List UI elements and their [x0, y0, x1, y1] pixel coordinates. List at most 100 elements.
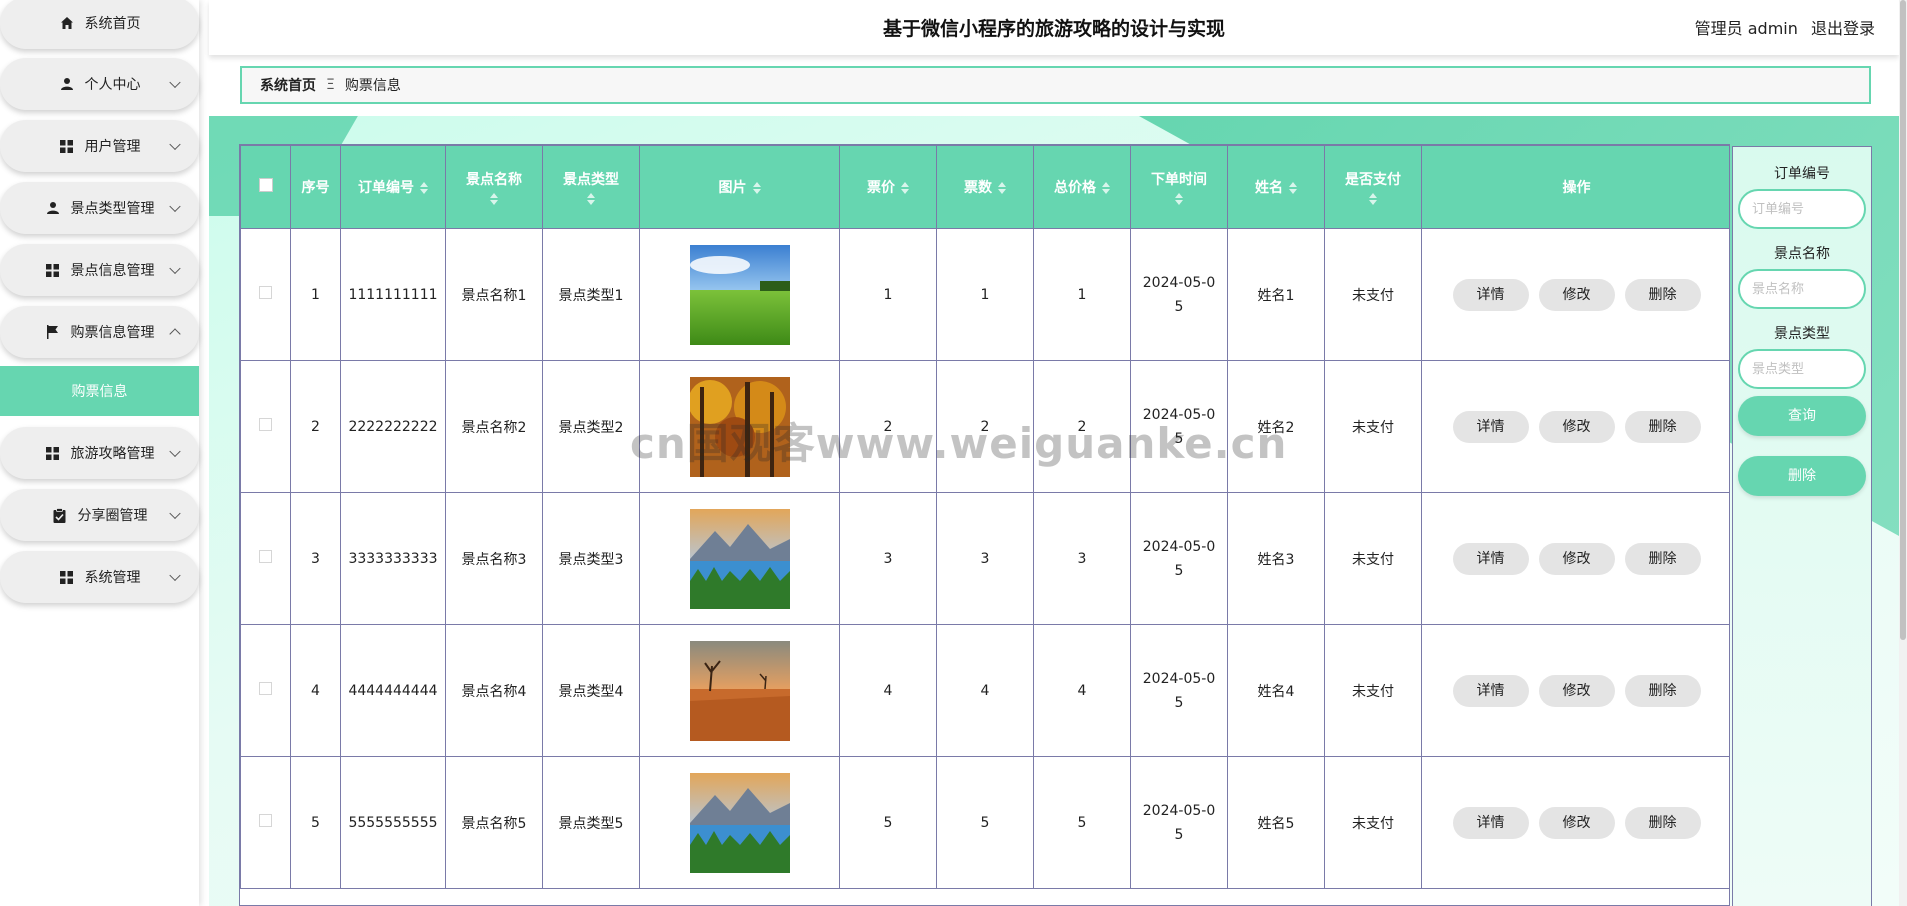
user-name: 管理员 admin — [1694, 19, 1798, 38]
cell-image — [639, 228, 840, 361]
delete-button[interactable]: 删除 — [1624, 674, 1701, 707]
sidebar-item-system[interactable]: 系统管理 — [0, 551, 199, 603]
flag-icon — [45, 324, 61, 340]
sidebar: 系统首页 个人中心 用户管理 景点类型管理 景点信息管理 购票信息管理 购票信息… — [0, 0, 199, 906]
query-button[interactable]: 查询 — [1738, 396, 1866, 436]
column-header[interactable]: 景点名称 — [445, 145, 543, 229]
scrollbar-thumb[interactable] — [1900, 0, 1906, 640]
cell-price: 3 — [839, 492, 937, 625]
cell-count: 5 — [936, 756, 1034, 889]
top-header: 基于微信小程序的旅游攻略的设计与实现 管理员 admin 退出登录 — [209, 0, 1899, 55]
cell-no: 4 — [290, 624, 341, 757]
chevron-down-icon — [169, 507, 181, 520]
sidebar-item-label: 系统管理 — [84, 570, 141, 586]
row-checkbox[interactable] — [259, 814, 272, 827]
cell-image — [639, 360, 840, 493]
cell-order-number: 5555555555 — [340, 756, 446, 889]
scenic-name-input[interactable] — [1738, 269, 1866, 309]
sidebar-item-personal[interactable]: 个人中心 — [0, 58, 199, 110]
cell-paid: 未支付 — [1324, 228, 1422, 361]
sidebar-item-users[interactable]: 用户管理 — [0, 120, 199, 172]
chevron-down-icon — [169, 569, 181, 582]
delete-button[interactable]: 删除 — [1624, 806, 1701, 839]
sort-icon[interactable] — [1369, 193, 1377, 205]
table-row: 4 4444444444 景点名称4 景点类型4 4 4 4 2024-05-05 姓名4 未支付… — [240, 624, 1729, 757]
sidebar-item-scenic-type[interactable]: 景点类型管理 — [0, 182, 199, 234]
column-header[interactable]: 票数 — [936, 145, 1034, 229]
batch-delete-button[interactable]: 删除 — [1738, 456, 1866, 496]
chevron-down-icon — [169, 262, 181, 275]
cell-paid: 未支付 — [1324, 756, 1422, 889]
sort-icon[interactable] — [901, 182, 909, 194]
table-row: 5 5555555555 景点名称5 景点类型5 5 5 5 2024-05-05 姓名5 未支付… — [240, 756, 1729, 889]
cell-person: 姓名4 — [1227, 624, 1325, 757]
edit-button[interactable]: 修改 — [1538, 674, 1615, 707]
cell-scenic-name: 景点名称3 — [445, 492, 543, 625]
logout-link[interactable]: 退出登录 — [1811, 19, 1875, 38]
cell-actions: 详情 修改 删除 — [1421, 228, 1729, 361]
cell-order-number: 3333333333 — [340, 492, 446, 625]
cell-image — [639, 756, 840, 889]
sort-icon[interactable] — [420, 182, 428, 194]
cell-scenic-type: 景点类型2 — [542, 360, 640, 493]
detail-button[interactable]: 详情 — [1452, 674, 1529, 707]
cell-order-time: 2024-05-05 — [1130, 360, 1228, 493]
column-header[interactable]: 订单编号 — [340, 145, 446, 229]
edit-button[interactable]: 修改 — [1538, 278, 1615, 311]
column-header[interactable]: 票价 — [839, 145, 937, 229]
column-header[interactable]: 下单时间 — [1130, 145, 1228, 229]
delete-button[interactable]: 删除 — [1624, 410, 1701, 443]
row-checkbox[interactable] — [259, 418, 272, 431]
detail-button[interactable]: 详情 — [1452, 542, 1529, 575]
row-checkbox[interactable] — [259, 550, 272, 563]
column-header[interactable]: 图片 — [639, 145, 840, 229]
column-header[interactable]: 景点类型 — [542, 145, 640, 229]
order-number-input[interactable] — [1738, 189, 1866, 229]
edit-button[interactable]: 修改 — [1538, 806, 1615, 839]
cell-price: 2 — [839, 360, 937, 493]
sort-icon[interactable] — [998, 182, 1006, 194]
sort-icon[interactable] — [752, 182, 761, 194]
chevron-down-icon — [169, 200, 181, 213]
edit-button[interactable]: 修改 — [1538, 410, 1615, 443]
sidebar-item-share[interactable]: 分享圈管理 — [0, 489, 199, 541]
detail-button[interactable]: 详情 — [1452, 806, 1529, 839]
edit-button[interactable]: 修改 — [1538, 542, 1615, 575]
sidebar-item-ticket[interactable]: 购票信息管理 — [0, 306, 199, 358]
sidebar-item-scenic-info[interactable]: 景点信息管理 — [0, 244, 199, 296]
delete-button[interactable]: 删除 — [1624, 542, 1701, 575]
cell-scenic-name: 景点名称2 — [445, 360, 543, 493]
breadcrumb-home[interactable]: 系统首页 — [260, 75, 316, 95]
row-checkbox[interactable] — [259, 286, 272, 299]
sidebar-subitem-ticket-info[interactable]: 购票信息 — [0, 366, 199, 416]
sort-icon[interactable] — [490, 193, 498, 205]
cell-scenic-name: 景点名称4 — [445, 624, 543, 757]
cell-order-number: 4444444444 — [340, 624, 446, 757]
sort-icon[interactable] — [1175, 193, 1183, 205]
column-header[interactable]: 是否支付 — [1324, 145, 1422, 229]
detail-button[interactable]: 详情 — [1452, 278, 1529, 311]
sort-icon[interactable] — [587, 193, 595, 205]
scenic-image — [689, 772, 790, 873]
cell-paid: 未支付 — [1324, 492, 1422, 625]
main-content: 序号 订单编号 景点名称 景点类型 图片 票价 票数 总价格 下单时间 姓名 是… — [209, 116, 1899, 906]
cell-count: 1 — [936, 228, 1034, 361]
column-label: 订单编号 — [358, 180, 414, 196]
table-row: 3 3333333333 景点名称3 景点类型3 3 3 3 2024-05-05 姓名3 未支付… — [240, 492, 1729, 625]
select-all-checkbox[interactable] — [258, 178, 273, 192]
row-checkbox[interactable] — [259, 682, 272, 695]
delete-button[interactable]: 删除 — [1624, 278, 1701, 311]
cell-scenic-type: 景点类型5 — [542, 756, 640, 889]
detail-button[interactable]: 详情 — [1452, 410, 1529, 443]
cell-order-time: 2024-05-05 — [1130, 492, 1228, 625]
column-header[interactable]: 总价格 — [1033, 145, 1131, 229]
sort-icon[interactable] — [1102, 182, 1110, 194]
sidebar-item-home[interactable]: 系统首页 — [0, 0, 199, 49]
user-area: 管理员 admin 退出登录 — [1687, 15, 1875, 39]
sort-icon[interactable] — [1289, 182, 1297, 194]
cell-order-time: 2024-05-05 — [1130, 624, 1228, 757]
sidebar-item-travel-guide[interactable]: 旅游攻略管理 — [0, 427, 199, 479]
column-header[interactable]: 姓名 — [1227, 145, 1325, 229]
scenic-type-input[interactable] — [1738, 349, 1866, 389]
vertical-scrollbar[interactable] — [1899, 0, 1907, 906]
